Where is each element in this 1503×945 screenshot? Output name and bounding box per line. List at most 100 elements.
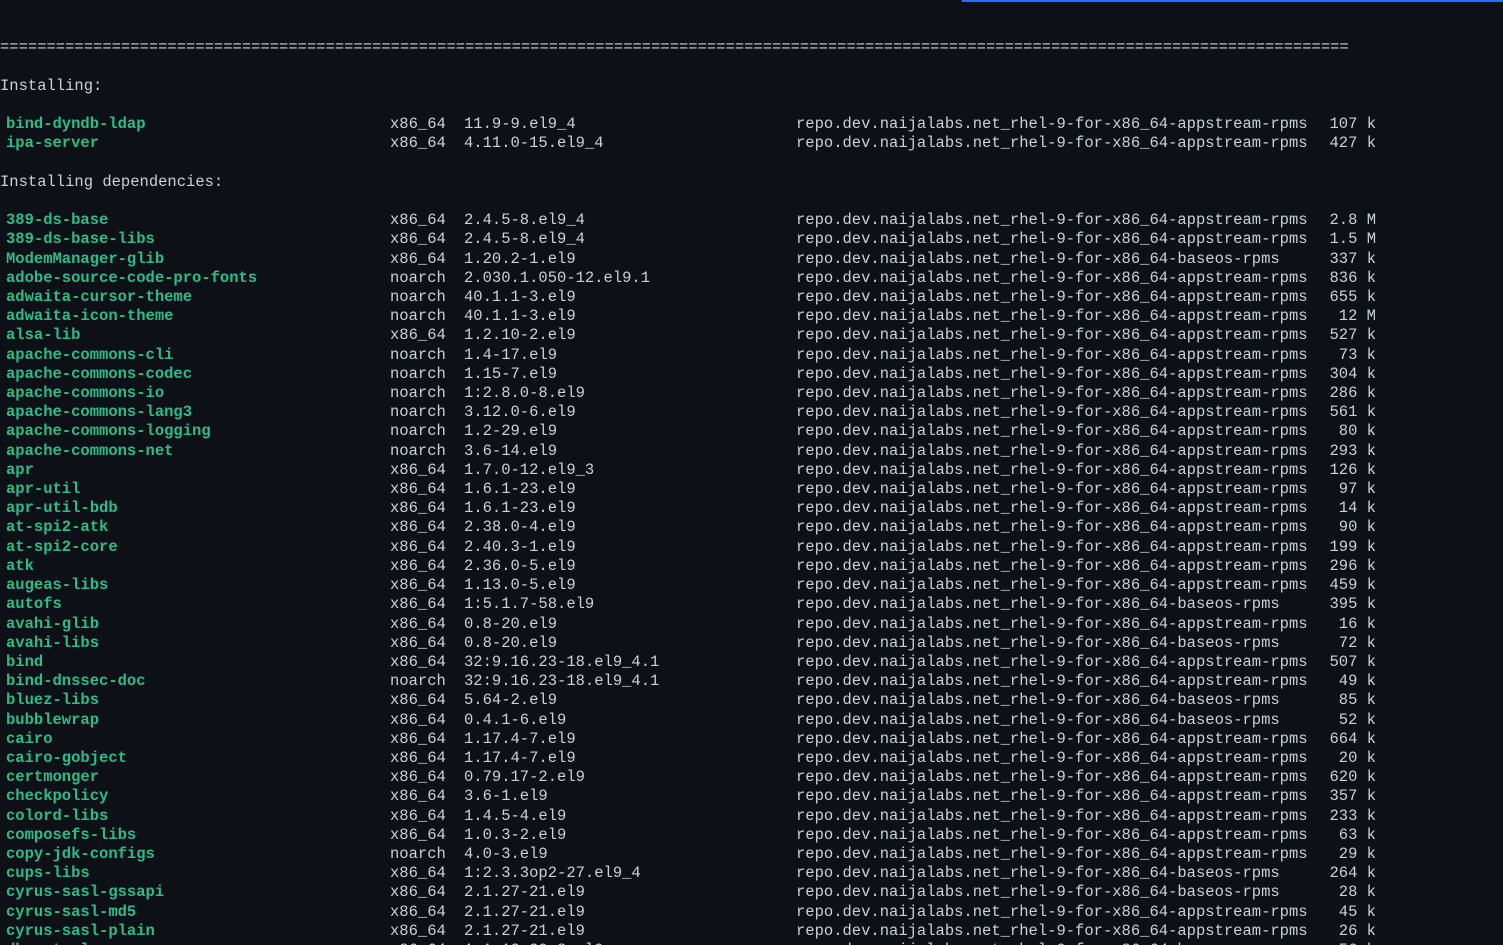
package-row: ModemManager-glibx86_641.20.2-1.el9repo.… xyxy=(0,250,1503,269)
package-arch: noarch xyxy=(390,384,464,403)
package-name: bluez-libs xyxy=(0,691,390,710)
package-arch: x86_64 xyxy=(390,807,464,826)
package-size: 49 k xyxy=(1316,672,1382,691)
package-row: cyrus-sasl-gssapix86_642.1.27-21.el9repo… xyxy=(0,883,1503,902)
package-arch: x86_64 xyxy=(390,499,464,518)
package-row: dbus-toolsx86_641:1.12.20-8.el9repo.dev.… xyxy=(0,941,1503,945)
package-arch: x86_64 xyxy=(390,211,464,230)
package-arch: x86_64 xyxy=(390,230,464,249)
package-version: 2.4.5-8.el9_4 xyxy=(464,230,796,249)
package-row: composefs-libsx86_641.0.3-2.el9repo.dev.… xyxy=(0,826,1503,845)
package-arch: noarch xyxy=(390,365,464,384)
package-repo: repo.dev.naijalabs.net_rhel-9-for-x86_64… xyxy=(796,250,1316,269)
package-version: 2.1.27-21.el9 xyxy=(464,903,796,922)
package-size: 80 k xyxy=(1316,422,1382,441)
package-row: at-spi2-atkx86_642.38.0-4.el9repo.dev.na… xyxy=(0,518,1503,537)
package-version: 1.4-17.el9 xyxy=(464,346,796,365)
package-repo: repo.dev.naijalabs.net_rhel-9-for-x86_64… xyxy=(796,442,1316,461)
package-name: adobe-source-code-pro-fonts xyxy=(0,269,390,288)
package-size: 28 k xyxy=(1316,883,1382,902)
package-row: adobe-source-code-pro-fontsnoarch2.030.1… xyxy=(0,269,1503,288)
package-size: 655 k xyxy=(1316,288,1382,307)
package-name: cyrus-sasl-plain xyxy=(0,922,390,941)
package-arch: noarch xyxy=(390,845,464,864)
package-size: 73 k xyxy=(1316,346,1382,365)
package-size: 836 k xyxy=(1316,269,1382,288)
package-version: 3.6-14.el9 xyxy=(464,442,796,461)
section-installing: Installing: xyxy=(0,77,1503,96)
package-size: 63 k xyxy=(1316,826,1382,845)
package-name: autofs xyxy=(0,595,390,614)
package-size: 1.5 M xyxy=(1316,230,1382,249)
package-repo: repo.dev.naijalabs.net_rhel-9-for-x86_64… xyxy=(796,615,1316,634)
package-repo: repo.dev.naijalabs.net_rhel-9-for-x86_64… xyxy=(796,499,1316,518)
package-arch: noarch xyxy=(390,307,464,326)
package-name: apache-commons-cli xyxy=(0,346,390,365)
package-version: 2.40.3-1.el9 xyxy=(464,538,796,557)
package-size: 395 k xyxy=(1316,595,1382,614)
package-size: 337 k xyxy=(1316,250,1382,269)
package-arch: x86_64 xyxy=(390,115,464,134)
package-arch: x86_64 xyxy=(390,518,464,537)
package-size: 52 k xyxy=(1316,711,1382,730)
package-name: composefs-libs xyxy=(0,826,390,845)
package-arch: x86_64 xyxy=(390,730,464,749)
package-row: at-spi2-corex86_642.40.3-1.el9repo.dev.n… xyxy=(0,538,1503,557)
package-repo: repo.dev.naijalabs.net_rhel-9-for-x86_64… xyxy=(796,115,1316,134)
package-row: adwaita-cursor-themenoarch40.1.1-3.el9re… xyxy=(0,288,1503,307)
package-row: alsa-libx86_641.2.10-2.el9repo.dev.naija… xyxy=(0,326,1503,345)
package-version: 1.2-29.el9 xyxy=(464,422,796,441)
package-repo: repo.dev.naijalabs.net_rhel-9-for-x86_64… xyxy=(796,730,1316,749)
package-arch: x86_64 xyxy=(390,634,464,653)
package-size: 507 k xyxy=(1316,653,1382,672)
package-name: alsa-lib xyxy=(0,326,390,345)
package-arch: x86_64 xyxy=(390,864,464,883)
package-arch: noarch xyxy=(390,403,464,422)
package-name: cyrus-sasl-gssapi xyxy=(0,883,390,902)
package-row: apache-commons-netnoarch3.6-14.el9repo.d… xyxy=(0,442,1503,461)
package-name: avahi-libs xyxy=(0,634,390,653)
package-repo: repo.dev.naijalabs.net_rhel-9-for-x86_64… xyxy=(796,365,1316,384)
package-repo: repo.dev.naijalabs.net_rhel-9-for-x86_64… xyxy=(796,326,1316,345)
package-name: ipa-server xyxy=(0,134,390,153)
package-size: 357 k xyxy=(1316,787,1382,806)
package-arch: noarch xyxy=(390,422,464,441)
package-repo: repo.dev.naijalabs.net_rhel-9-for-x86_64… xyxy=(796,903,1316,922)
package-size: 527 k xyxy=(1316,326,1382,345)
separator-rule: ========================================… xyxy=(0,38,1503,57)
package-name: 389-ds-base-libs xyxy=(0,230,390,249)
terminal-output[interactable]: ========================================… xyxy=(0,0,1503,945)
package-name: atk xyxy=(0,557,390,576)
package-version: 1.6.1-23.el9 xyxy=(464,499,796,518)
package-name: colord-libs xyxy=(0,807,390,826)
package-version: 2.1.27-21.el9 xyxy=(464,883,796,902)
package-size: 29 k xyxy=(1316,845,1382,864)
package-size: 90 k xyxy=(1316,518,1382,537)
package-version: 40.1.1-3.el9 xyxy=(464,288,796,307)
package-name: apache-commons-logging xyxy=(0,422,390,441)
package-arch: x86_64 xyxy=(390,615,464,634)
package-arch: x86_64 xyxy=(390,461,464,480)
package-arch: x86_64 xyxy=(390,480,464,499)
package-version: 1:1.12.20-8.el9 xyxy=(464,941,796,945)
package-row: adwaita-icon-themenoarch40.1.1-3.el9repo… xyxy=(0,307,1503,326)
package-name: dbus-tools xyxy=(0,941,390,945)
package-repo: repo.dev.naijalabs.net_rhel-9-for-x86_64… xyxy=(796,538,1316,557)
package-size: 45 k xyxy=(1316,903,1382,922)
package-version: 1:2.8.0-8.el9 xyxy=(464,384,796,403)
package-version: 32:9.16.23-18.el9_4.1 xyxy=(464,672,796,691)
package-version: 1.7.0-12.el9_3 xyxy=(464,461,796,480)
package-size: 26 k xyxy=(1316,922,1382,941)
package-arch: noarch xyxy=(390,288,464,307)
package-version: 40.1.1-3.el9 xyxy=(464,307,796,326)
package-row: apache-commons-clinoarch1.4-17.el9repo.d… xyxy=(0,346,1503,365)
package-name: checkpolicy xyxy=(0,787,390,806)
package-size: 293 k xyxy=(1316,442,1382,461)
package-size: 459 k xyxy=(1316,576,1382,595)
package-repo: repo.dev.naijalabs.net_rhel-9-for-x86_64… xyxy=(796,346,1316,365)
package-repo: repo.dev.naijalabs.net_rhel-9-for-x86_64… xyxy=(796,672,1316,691)
package-size: 427 k xyxy=(1316,134,1382,153)
package-repo: repo.dev.naijalabs.net_rhel-9-for-x86_64… xyxy=(796,691,1316,710)
package-size: 561 k xyxy=(1316,403,1382,422)
package-repo: repo.dev.naijalabs.net_rhel-9-for-x86_64… xyxy=(796,518,1316,537)
